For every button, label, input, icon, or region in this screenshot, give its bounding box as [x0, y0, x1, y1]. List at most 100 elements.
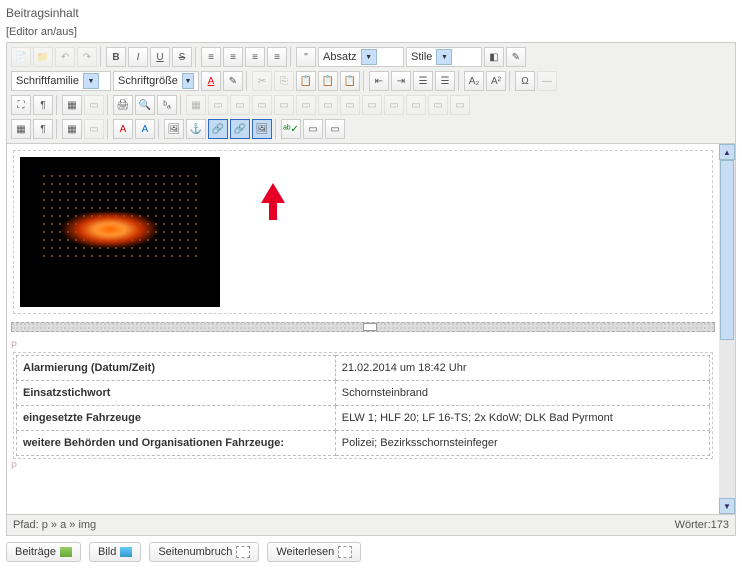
col-after-icon[interactable]: ▭ — [340, 95, 360, 115]
outdent-icon[interactable]: ⇤ — [369, 71, 389, 91]
box-icon[interactable]: ▭ — [84, 119, 104, 139]
pagebreak-button[interactable]: Seitenumbruch — [149, 542, 259, 562]
align-right-button[interactable]: ≡ — [245, 47, 265, 67]
readmore-separator[interactable] — [11, 322, 715, 332]
del-col-icon[interactable]: ▭ — [362, 95, 382, 115]
scroll-thumb[interactable] — [720, 160, 734, 340]
separator — [195, 47, 198, 67]
paste-icon[interactable]: 📋 — [296, 71, 316, 91]
separator — [107, 95, 110, 115]
insert-image-button[interactable]: 🖼 — [252, 119, 272, 139]
cell-value[interactable]: ELW 1; HLF 20; LF 16-TS; 2x KdoW; DLK Ba… — [335, 406, 709, 431]
layer-icon[interactable]: ▭ — [84, 95, 104, 115]
fullscreen-icon[interactable]: ⛶ — [11, 95, 31, 115]
print-icon[interactable]: 🖨 — [113, 95, 133, 115]
article-image[interactable] — [20, 157, 220, 307]
hr-icon[interactable]: — — [537, 71, 557, 91]
table-props-icon[interactable]: ▭ — [230, 95, 250, 115]
bullet-list-icon[interactable]: ☰ — [413, 71, 433, 91]
font-family-select[interactable]: Schriftfamilie▼ — [11, 71, 111, 91]
subscript-button[interactable]: A₂ — [464, 71, 484, 91]
cell-label[interactable]: Einsatzstichwort — [17, 381, 336, 406]
scroll-down-icon[interactable]: ▼ — [719, 498, 735, 514]
underline-button[interactable]: U — [150, 47, 170, 67]
row-before-icon[interactable]: ▭ — [252, 95, 272, 115]
cell-label[interactable]: Alarmierung (Datum/Zeit) — [17, 356, 336, 381]
col-before-icon[interactable]: ▭ — [318, 95, 338, 115]
copy-icon[interactable]: ⎘ — [274, 71, 294, 91]
paste-word-icon[interactable]: 📋 — [340, 71, 360, 91]
cell-label[interactable]: eingesetzte Fahrzeuge — [17, 406, 336, 431]
strike-button[interactable]: S — [172, 47, 192, 67]
scroll-up-icon[interactable]: ▲ — [719, 144, 735, 160]
image-icon[interactable]: 🖼 — [164, 119, 184, 139]
table-icon[interactable]: ▦ — [186, 95, 206, 115]
bold-button[interactable]: B — [106, 47, 126, 67]
eraser-icon[interactable]: ◧ — [484, 47, 504, 67]
italic-button[interactable]: I — [128, 47, 148, 67]
unlink-icon[interactable]: 🔗 — [230, 119, 250, 139]
para-icon[interactable]: ¶ — [33, 119, 53, 139]
cell2-icon[interactable]: ▭ — [450, 95, 470, 115]
row-after-icon[interactable]: ▭ — [274, 95, 294, 115]
cell-label[interactable]: weitere Behörden und Organisationen Fahr… — [17, 431, 336, 456]
show-para-icon[interactable]: ¶ — [33, 95, 53, 115]
new-doc-icon[interactable]: 📄 — [11, 47, 31, 67]
paste-text-icon[interactable]: 📋 — [318, 71, 338, 91]
separator — [458, 71, 461, 91]
path-value[interactable]: p » a » img — [42, 519, 96, 531]
anchor-icon[interactable]: ⚓ — [186, 119, 206, 139]
align-justify-button[interactable]: ≡ — [267, 47, 287, 67]
cell-icon[interactable]: ▭ — [428, 95, 448, 115]
link-icon[interactable]: 🔗 — [208, 119, 228, 139]
cell-value[interactable]: Polizei; Bezirksschornsteinfeger — [335, 431, 709, 456]
image-button[interactable]: Bild — [89, 542, 141, 562]
superscript-button[interactable]: A² — [486, 71, 506, 91]
cell-value[interactable]: Schornsteinbrand — [335, 381, 709, 406]
editor-toggle-link[interactable]: [Editor an/aus] — [6, 26, 736, 38]
section-title: Beitragsinhalt — [6, 6, 736, 20]
word-count-value: 173 — [711, 519, 729, 531]
indent-icon[interactable]: ⇥ — [391, 71, 411, 91]
styles-select[interactable]: Stile▼ — [406, 47, 482, 67]
open-icon[interactable]: 📁 — [33, 47, 53, 67]
spellcheck-icon[interactable]: ᵃᵇ✓ — [281, 119, 301, 139]
del-row-icon[interactable]: ▭ — [296, 95, 316, 115]
separator — [107, 119, 110, 139]
redo-icon[interactable]: ↷ — [77, 47, 97, 67]
align-center-button[interactable]: ≡ — [223, 47, 243, 67]
bg-color-button[interactable]: ✎ — [223, 71, 243, 91]
cut-icon[interactable]: ✂ — [252, 71, 272, 91]
select-icon[interactable]: ▦ — [62, 119, 82, 139]
editor-content[interactable]: P Alarmierung (Datum/Zeit)21.02.2014 um … — [7, 144, 735, 514]
text-color-button[interactable]: A — [201, 71, 221, 91]
find-icon[interactable]: 🔍 — [135, 95, 155, 115]
paragraph-select[interactable]: Absatz▼ — [318, 47, 404, 67]
paragraph-marker: P — [11, 340, 715, 350]
letter-blue-icon[interactable]: A — [135, 119, 155, 139]
data-table[interactable]: Alarmierung (Datum/Zeit)21.02.2014 um 18… — [16, 355, 710, 456]
clear-format-icon[interactable]: ✎ — [506, 47, 526, 67]
scrollbar[interactable]: ▲ ▼ — [719, 144, 735, 514]
select-all-icon[interactable]: ▦ — [62, 95, 82, 115]
pointer-arrow-icon — [261, 183, 285, 203]
replace-icon[interactable]: ᵇₐ — [157, 95, 177, 115]
split-icon[interactable]: ▭ — [384, 95, 404, 115]
cell-value[interactable]: 21.02.2014 um 18:42 Uhr — [335, 356, 709, 381]
template2-icon[interactable]: ▭ — [325, 119, 345, 139]
special-char-icon[interactable]: Ω — [515, 71, 535, 91]
readmore-button[interactable]: Weiterlesen — [267, 542, 361, 562]
grid-icon[interactable]: ▦ — [11, 119, 31, 139]
template-icon[interactable]: ▭ — [303, 119, 323, 139]
separator — [246, 71, 249, 91]
articles-button[interactable]: Beiträge — [6, 542, 81, 562]
number-list-icon[interactable]: ☰ — [435, 71, 455, 91]
align-left-button[interactable]: ≡ — [201, 47, 221, 67]
articles-icon — [60, 547, 72, 557]
font-size-select[interactable]: Schriftgröße▼ — [113, 71, 199, 91]
letter-red-icon[interactable]: A — [113, 119, 133, 139]
table-row-icon[interactable]: ▭ — [208, 95, 228, 115]
quote-button[interactable]: " — [296, 47, 316, 67]
undo-icon[interactable]: ↶ — [55, 47, 75, 67]
merge-icon[interactable]: ▭ — [406, 95, 426, 115]
